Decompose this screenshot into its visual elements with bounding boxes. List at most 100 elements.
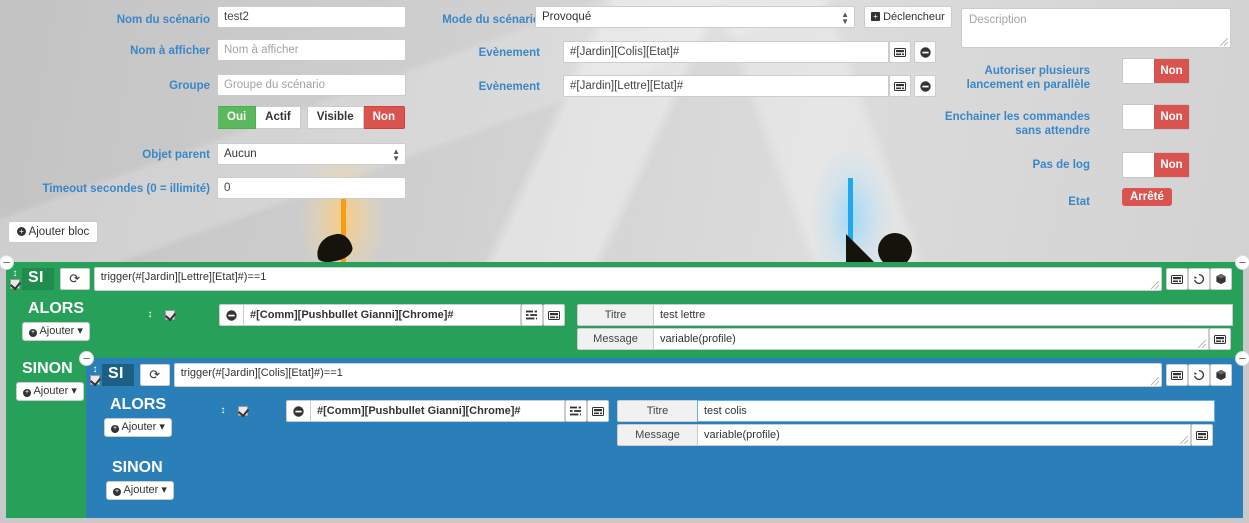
event-1-keyboard-icon[interactable] (889, 41, 911, 63)
mode-value: Provoqué (542, 11, 592, 23)
parallel-launch-toggle-value: Non (1154, 59, 1189, 83)
no-log-label: Pas de log (1032, 159, 1090, 171)
outer-alors-add-button[interactable]: + Ajouter ▾ (22, 322, 90, 341)
trigger-button-label: Déclencheur (883, 11, 945, 23)
inner-field-titre-row: Titre test colis (617, 400, 1215, 422)
outer-condition-input[interactable]: trigger(#[Jardin][Lettre][Etat]#)==1 (93, 267, 1162, 291)
scenario-name-label: Nom du scénario (116, 14, 210, 26)
inner-field-message-value[interactable]: variable(profile) (697, 424, 1191, 446)
caret-down-icon: ▾ (159, 421, 165, 433)
inner-si-keyword: SI (102, 364, 134, 386)
active-on-button[interactable]: Oui (217, 106, 257, 129)
outer-command-sliders-icon[interactable] (521, 304, 543, 326)
inner-sinon-keyword: SINON (112, 459, 163, 476)
inner-keyboard-icon[interactable] (1165, 364, 1188, 386)
inner-alors-add-label: Ajouter (121, 421, 157, 433)
visible-off-button[interactable]: Non (363, 106, 405, 129)
inner-field-message-row: Message variable(profile) (617, 424, 1215, 446)
inner-condition-input[interactable]: trigger(#[Jardin][Colis][Etat]#)==1 (173, 363, 1162, 387)
no-log-toggle-value: Non (1154, 153, 1189, 177)
inner-command-keyboard-icon[interactable] (587, 400, 609, 422)
parallel-launch-toggle[interactable]: Non (1122, 58, 1190, 84)
drag-arrow-icon: ↕ (220, 405, 226, 416)
add-block-button[interactable]: + Ajouter bloc (8, 221, 99, 243)
mode-label: Mode du scénario (442, 14, 540, 26)
outer-field-titre-key: Titre (577, 304, 653, 326)
inner-refresh-condition-button[interactable]: ⟳ (139, 364, 170, 386)
chain-commands-toggle[interactable]: Non (1122, 104, 1190, 130)
inner-message-keyboard-icon[interactable] (1191, 424, 1213, 446)
visible-label-button[interactable]: Visible (306, 106, 364, 129)
event-2-input[interactable]: #[Jardin][Lettre][Etat]# (563, 75, 889, 97)
inner-field-titre-key: Titre (617, 400, 697, 422)
outer-command-remove-button[interactable] (219, 304, 243, 326)
outer-sinon-add-button[interactable]: + Ajouter ▾ (16, 382, 84, 401)
plus-circle-icon: + (111, 425, 119, 433)
resize-handle-icon[interactable] (1150, 281, 1159, 289)
outer-sinon-keyword: SINON (22, 360, 73, 377)
inner-command-checkbox[interactable] (238, 406, 248, 416)
resize-handle-icon[interactable] (1150, 377, 1159, 385)
timeout-input[interactable]: 0 (217, 177, 406, 199)
inner-block-drag-handle[interactable]: ↕ (88, 365, 102, 385)
parent-object-label: Objet parent (142, 149, 210, 161)
outer-block-drag-handle[interactable]: ↕ (8, 269, 22, 289)
active-visible-toggle-group[interactable]: Oui Actif Visible Non (217, 106, 405, 129)
event-2-label: Evènement (478, 81, 540, 93)
inner-cube-icon[interactable] (1209, 364, 1232, 386)
group-separator (301, 106, 307, 129)
resize-handle-icon[interactable] (1198, 340, 1206, 348)
drag-arrow-icon: ↕ (147, 309, 153, 320)
parent-object-select[interactable]: Aucun ▲ ▼ (217, 143, 406, 165)
plus-square-icon: + (871, 12, 880, 21)
resize-handle-icon[interactable] (1180, 436, 1188, 444)
outer-block-checkbox[interactable] (10, 279, 20, 289)
scenario-settings-form: Nom du scénario test2 Nom à afficher Nom… (0, 0, 1249, 215)
group-label: Groupe (169, 80, 210, 92)
outer-command-drag-handle[interactable]: ↕ (143, 310, 157, 320)
inner-command-name[interactable]: #[Comm][Pushbullet Gianni][Chrome]# (310, 400, 565, 422)
mode-select[interactable]: Provoqué ▲ ▼ (535, 6, 855, 28)
scenario-block-inner: − − ↕ SI ⟳ trigger(#[Jardin][Colis][Etat… (79, 351, 1249, 518)
event-1-label: Evènement (478, 47, 540, 59)
toggle-knob (1123, 153, 1154, 177)
inner-sinon-add-button[interactable]: + Ajouter ▾ (106, 481, 174, 500)
inner-command-drag-handle[interactable]: ↕ (216, 406, 230, 416)
outer-command-row: ↕ #[Comm][Pushbullet Gianni][Chrome]# (143, 304, 565, 326)
inner-command-remove-button[interactable] (286, 400, 310, 422)
inner-alors-keyword: ALORS (110, 396, 166, 413)
outer-message-keyboard-icon[interactable] (1209, 328, 1231, 350)
outer-command-name[interactable]: #[Comm][Pushbullet Gianni][Chrome]# (243, 304, 521, 326)
inner-field-titre-value[interactable]: test colis (697, 400, 1215, 422)
inner-command-sliders-icon[interactable] (565, 400, 587, 422)
outer-si-keyword: SI (22, 268, 54, 290)
outer-cube-icon[interactable] (1209, 268, 1232, 290)
inner-block-checkbox[interactable] (90, 375, 100, 385)
resize-handle-icon[interactable] (1220, 38, 1228, 46)
inner-history-icon[interactable] (1187, 364, 1210, 386)
inner-command-fields: Titre test colis Message variable(profil… (617, 400, 1215, 448)
event-1-input[interactable]: #[Jardin][Colis][Etat]# (563, 41, 889, 63)
outer-field-titre-value[interactable]: test lettre (653, 304, 1233, 326)
group-input[interactable]: Groupe du scénario (217, 74, 406, 96)
chain-commands-label: Enchainer les commandes sans attendre (944, 111, 1090, 137)
display-name-input[interactable]: Nom à afficher (217, 39, 406, 61)
outer-keyboard-icon[interactable] (1165, 268, 1188, 290)
active-label-button[interactable]: Actif (256, 106, 301, 129)
inner-field-message-key: Message (617, 424, 697, 446)
outer-field-message-row: Message variable(profile) (577, 328, 1233, 350)
event-2-keyboard-icon[interactable] (889, 75, 911, 97)
outer-condition-value: trigger(#[Jardin][Lettre][Etat]#)==1 (100, 271, 267, 283)
trigger-button[interactable]: + Déclencheur (864, 6, 952, 28)
event-1-remove-button[interactable] (914, 41, 936, 63)
select-spinner-icon: ▲ ▼ (392, 147, 400, 163)
outer-field-message-value[interactable]: variable(profile) (653, 328, 1209, 350)
description-textarea[interactable]: Description (961, 8, 1231, 48)
inner-alors-add-button[interactable]: + Ajouter ▾ (104, 418, 172, 437)
outer-command-keyboard-icon[interactable] (543, 304, 565, 326)
outer-refresh-condition-button[interactable]: ⟳ (59, 268, 90, 290)
no-log-toggle[interactable]: Non (1122, 152, 1190, 178)
caret-down-icon: ▾ (161, 484, 167, 496)
outer-command-checkbox[interactable] (165, 310, 175, 320)
outer-history-icon[interactable] (1187, 268, 1210, 290)
